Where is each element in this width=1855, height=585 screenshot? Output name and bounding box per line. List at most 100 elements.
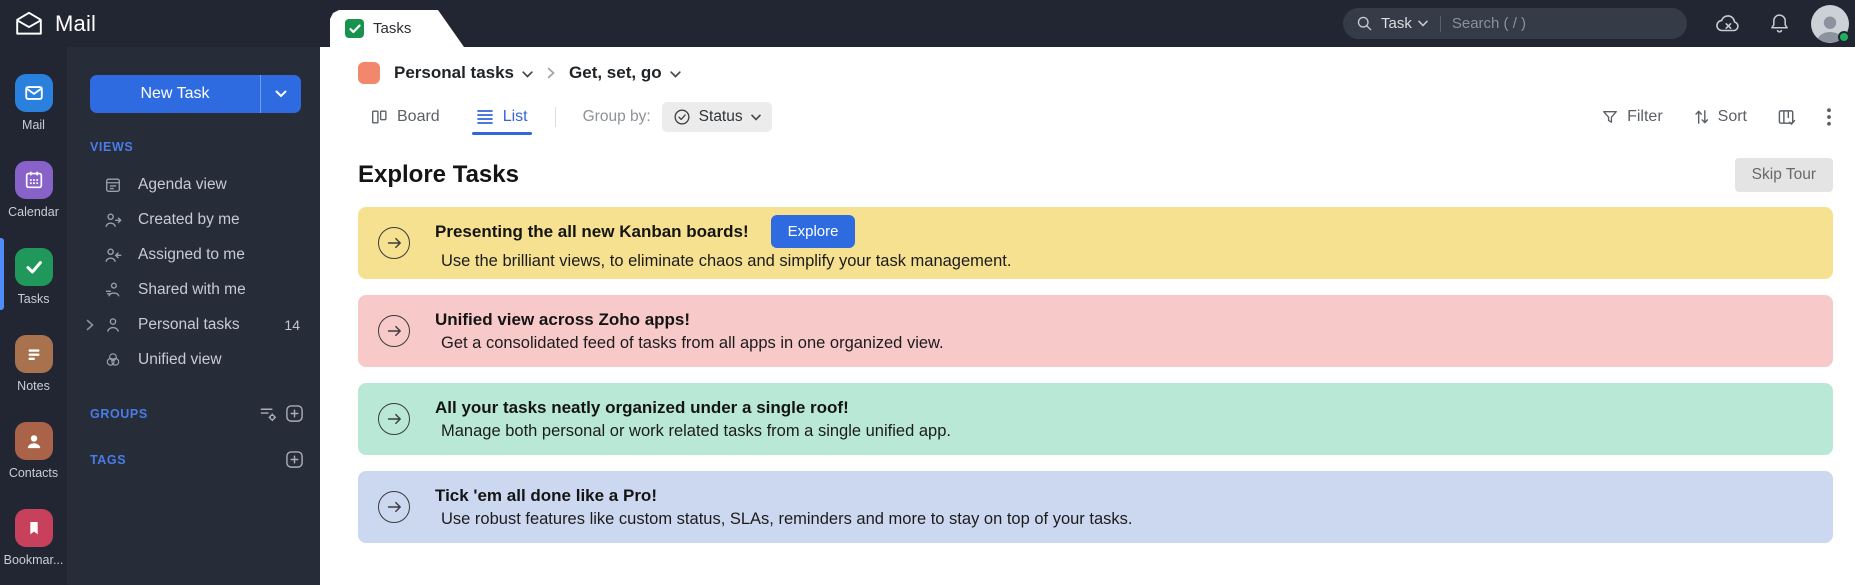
list-color-swatch — [358, 62, 380, 84]
groups-header-row: GROUPS — [67, 404, 320, 423]
breadcrumb-section-dropdown[interactable]: Get, set, go — [569, 63, 681, 83]
tags-header-row: TAGS — [67, 450, 320, 469]
view-toolbar: Board List Group by: Status Filter Sort — [320, 97, 1855, 137]
banner-subtitle: Use the brilliant views, to eliminate ch… — [441, 252, 1012, 270]
sidebar-item-assigned-to-me[interactable]: Assigned to me — [67, 237, 320, 272]
search-bar[interactable]: Task Search ( / ) — [1343, 8, 1687, 39]
chevron-down-icon — [522, 70, 533, 78]
sidebar-item-unified-view[interactable]: Unified view — [67, 342, 320, 377]
breadcrumb-list-dropdown[interactable]: Personal tasks — [394, 63, 533, 83]
notes-icon — [14, 335, 53, 373]
kanban-board-icon — [372, 110, 387, 124]
sort-button[interactable]: Sort — [1693, 108, 1747, 126]
skip-tour-button[interactable]: Skip Tour — [1734, 158, 1833, 192]
sidebar-item-label: Agenda view — [138, 175, 227, 193]
mail-logo-icon — [14, 10, 44, 37]
list-icon — [476, 110, 493, 124]
arrow-circle-icon[interactable] — [378, 403, 410, 435]
venn-circles-icon — [103, 350, 123, 370]
rail-label: Notes — [17, 379, 50, 393]
filter-button[interactable]: Filter — [1601, 108, 1663, 126]
sidebar-item-label: Shared with me — [138, 280, 246, 298]
chevron-down-icon — [275, 90, 287, 98]
views-list: Agenda view Created by me Assigned to me… — [67, 167, 320, 377]
main-content: Personal tasks Get, set, go Board List G… — [320, 47, 1855, 585]
notifications-bell-icon[interactable] — [1770, 13, 1789, 34]
explore-button[interactable]: Explore — [770, 215, 856, 248]
tab-tasks[interactable]: Tasks — [330, 10, 464, 47]
person-share-icon — [103, 280, 123, 300]
arrow-circle-icon[interactable] — [378, 491, 410, 523]
banner-pro-features: Tick 'em all done like a Pro! Use robust… — [358, 471, 1833, 543]
explore-header-row: Explore Tasks Skip Tour — [358, 158, 1833, 192]
banner-unified-view: Unified view across Zoho apps! Get a con… — [358, 295, 1833, 367]
sidebar-item-agenda-view[interactable]: Agenda view — [67, 167, 320, 202]
banner-subtitle: Use robust features like custom status, … — [441, 509, 1133, 528]
groups-header: GROUPS — [90, 406, 148, 421]
columns-settings-icon[interactable] — [1777, 108, 1797, 127]
add-group-icon[interactable] — [285, 404, 304, 423]
rail-item-notes[interactable]: Notes — [0, 335, 67, 393]
sidebar-item-shared-with-me[interactable]: Shared with me — [67, 272, 320, 307]
banner-title: Presenting the all new Kanban boards! — [435, 221, 749, 241]
app-rail: Mail Calendar Tasks Notes Contacts Bookm… — [0, 47, 67, 585]
topbar: Mail Tasks Task Search ( / ) — [0, 0, 1855, 47]
filter-label: Filter — [1627, 108, 1663, 125]
sidebar-item-personal-tasks[interactable]: Personal tasks 14 — [67, 307, 320, 342]
chevron-right-icon[interactable] — [86, 319, 94, 331]
add-tag-icon[interactable] — [285, 450, 304, 469]
presence-indicator — [1838, 30, 1850, 43]
promo-banners: Presenting the all new Kanban boards! Ex… — [358, 207, 1833, 543]
manage-groups-icon[interactable] — [259, 405, 278, 423]
contacts-icon — [14, 422, 53, 460]
cloud-sync-icon[interactable] — [1715, 13, 1742, 34]
breadcrumb-section-name: Get, set, go — [569, 63, 662, 82]
search-input[interactable]: Search ( / ) — [1452, 15, 1526, 32]
banner-title: Unified view across Zoho apps! — [435, 309, 691, 329]
tab-list[interactable]: List — [471, 108, 532, 135]
status-check-circle-icon — [674, 109, 690, 125]
arrow-circle-icon[interactable] — [378, 315, 410, 347]
search-divider — [1439, 15, 1441, 32]
toolbar-divider — [554, 107, 556, 127]
tasks-check-icon — [345, 19, 364, 38]
more-options-kebab-icon[interactable] — [1827, 108, 1831, 126]
person-arrow-in-icon — [103, 245, 123, 265]
page-title: Explore Tasks — [358, 161, 519, 188]
chevron-right-icon — [547, 67, 555, 79]
arrow-circle-icon[interactable] — [378, 227, 410, 259]
banner-subtitle: Get a consolidated feed of tasks from al… — [441, 333, 944, 352]
chevron-down-icon — [1418, 20, 1428, 27]
rail-item-tasks[interactable]: Tasks — [0, 238, 67, 310]
banner-single-roof: All your tasks neatly organized under a … — [358, 383, 1833, 455]
mail-icon — [14, 74, 53, 112]
group-by-label: Group by: — [582, 108, 651, 125]
search-scope-dropdown[interactable]: Task — [1381, 15, 1428, 32]
tasks-sidebar: New Task VIEWS Agenda view Created by me — [67, 47, 320, 585]
group-by-value: Status — [698, 108, 743, 125]
banner-subtitle: Manage both personal or work related tas… — [441, 421, 951, 440]
rail-item-mail[interactable]: Mail — [0, 74, 67, 132]
views-header: VIEWS — [90, 140, 134, 154]
user-avatar[interactable] — [1811, 4, 1850, 43]
banner-title: All your tasks neatly organized under a … — [435, 397, 849, 417]
rail-item-calendar[interactable]: Calendar — [0, 161, 67, 219]
rail-label: Tasks — [17, 292, 50, 306]
app-logo[interactable]: Mail — [14, 0, 96, 47]
rail-item-contacts[interactable]: Contacts — [0, 422, 67, 480]
sort-arrows-icon — [1694, 110, 1708, 124]
new-task-button[interactable]: New Task — [90, 75, 301, 113]
group-by-dropdown[interactable]: Status — [661, 102, 772, 132]
chevron-down-icon — [750, 114, 761, 121]
sidebar-item-created-by-me[interactable]: Created by me — [67, 202, 320, 237]
sidebar-item-label: Personal tasks — [138, 315, 240, 333]
sidebar-item-label: Created by me — [138, 210, 240, 228]
new-task-dropdown[interactable] — [260, 75, 301, 113]
rail-item-bookmarks[interactable]: Bookmar... — [0, 509, 67, 567]
new-task-label[interactable]: New Task — [90, 75, 260, 113]
rail-label: Contacts — [8, 466, 59, 480]
filter-funnel-icon — [1603, 110, 1618, 123]
toolbar-right: Filter Sort — [1601, 97, 1831, 137]
banner-kanban: Presenting the all new Kanban boards! Ex… — [358, 207, 1833, 279]
tab-board[interactable]: Board — [370, 108, 440, 126]
